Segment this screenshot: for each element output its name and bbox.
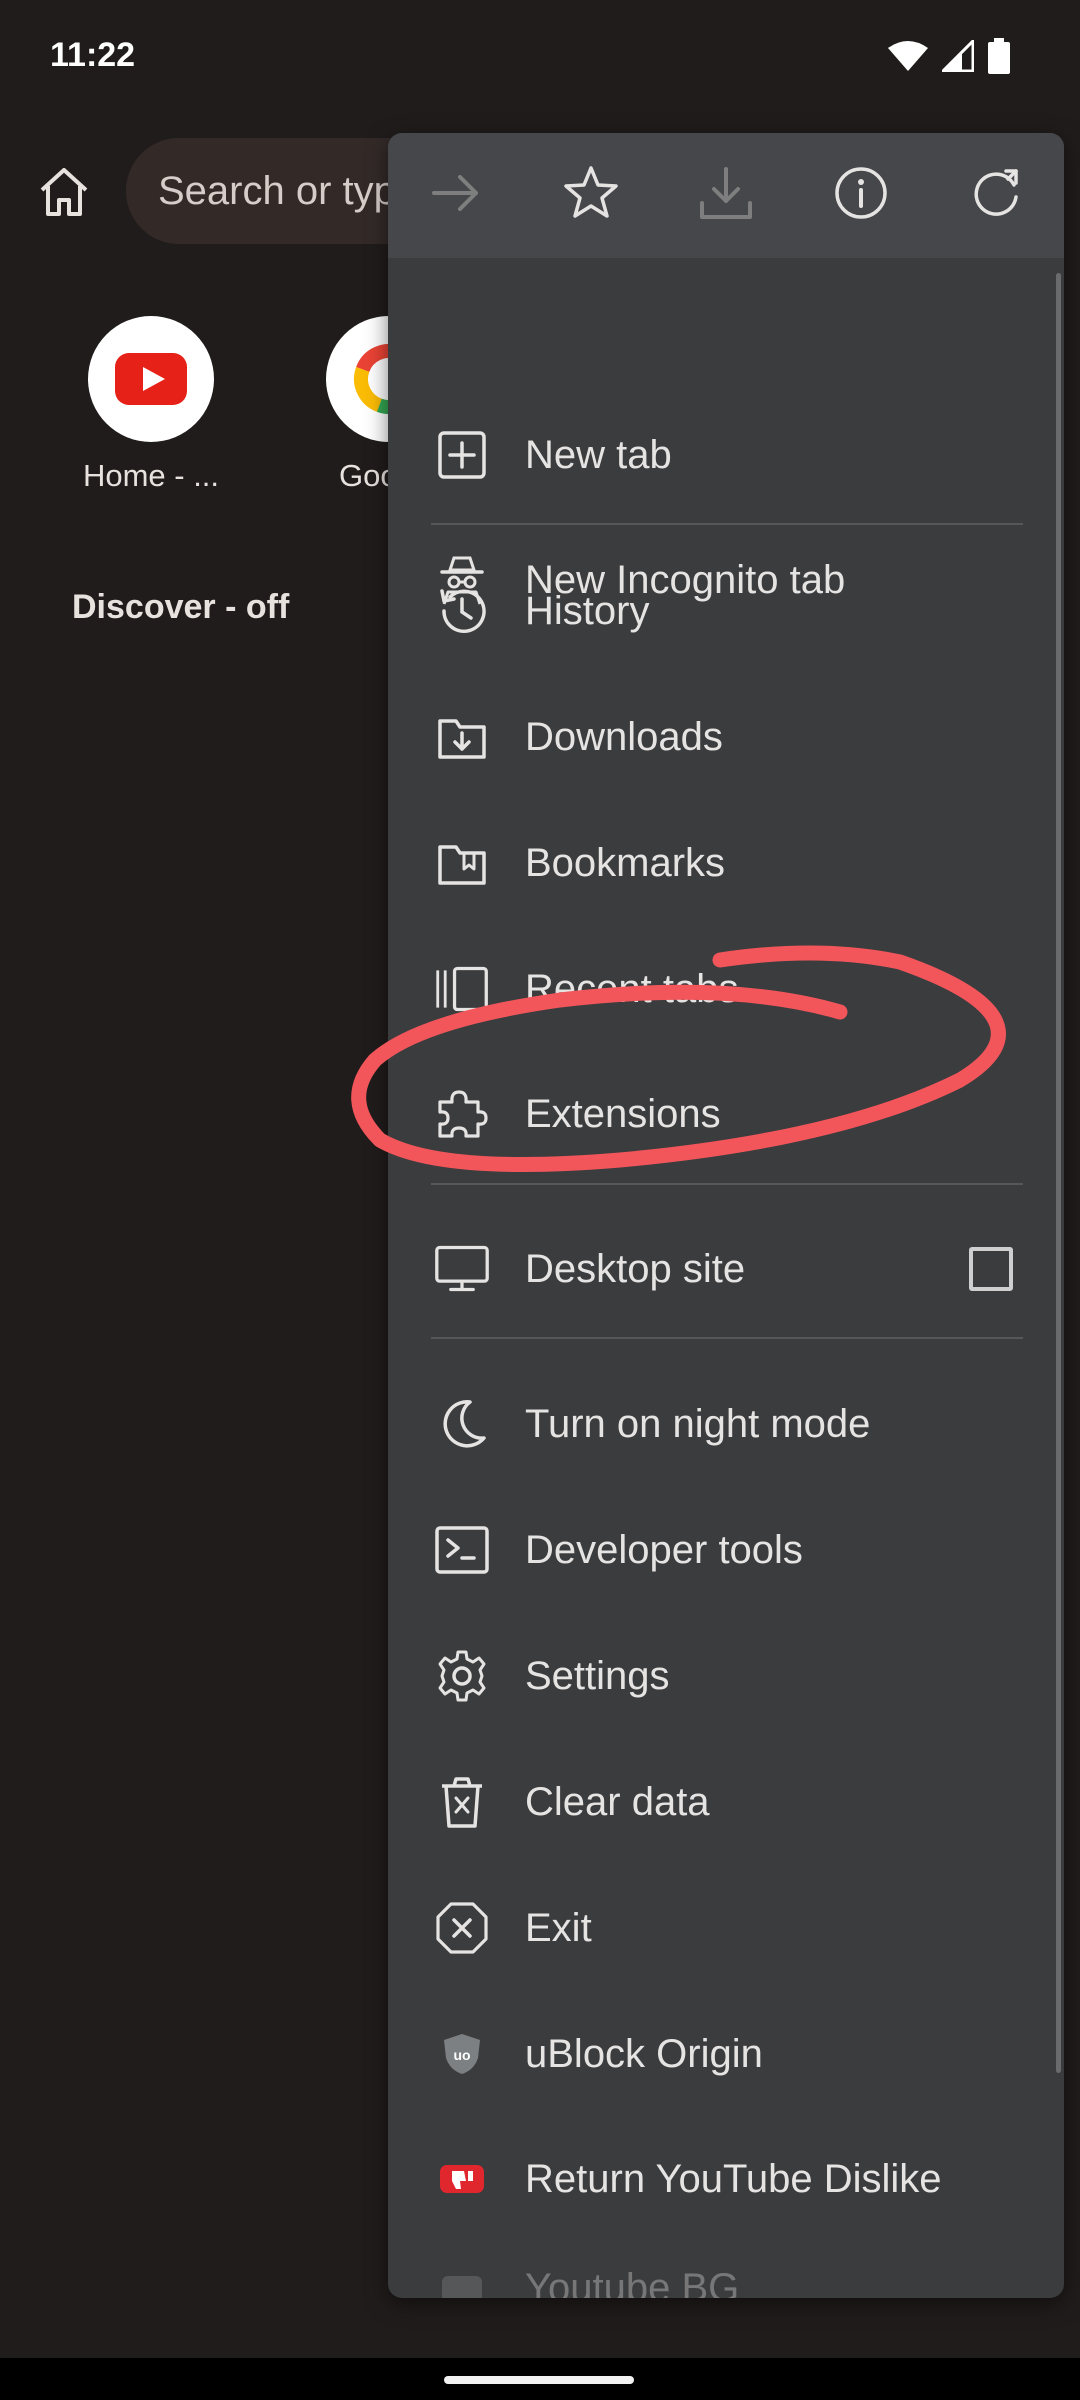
status-bar: 11:22 (0, 0, 1080, 120)
divider (431, 1337, 1023, 1339)
puzzle-icon (434, 1086, 490, 1142)
home-button[interactable] (30, 160, 98, 228)
menu-item-desktop-site[interactable]: Desktop site (388, 1206, 1064, 1332)
discover-label: Discover - off (72, 588, 290, 626)
menu-item-downloads[interactable]: Downloads (388, 674, 1064, 800)
overflow-menu: New tab New Incognito tab History Downlo… (388, 133, 1064, 2298)
menu-item-label: Extensions (525, 1091, 721, 1136)
menu-item-label: New tab (525, 432, 672, 477)
menu-item-label: Desktop site (525, 1246, 746, 1291)
menu-item-label: Recent tabs (525, 966, 739, 1011)
battery-icon (988, 37, 1010, 79)
signal-icon (939, 36, 975, 77)
forward-button[interactable] (388, 133, 523, 258)
shortcut-label: Home - ... (82, 458, 220, 493)
trash-icon (434, 1774, 490, 1830)
menu-item-night-mode[interactable]: Turn on night mode (388, 1361, 1064, 1487)
download-page-button[interactable] (658, 133, 793, 258)
recent-tabs-icon (434, 961, 490, 1017)
gear-icon (434, 1648, 490, 1704)
menu-item-label: Return YouTube Dislike (525, 2156, 942, 2201)
menu-item-return-youtube-dislike[interactable]: Return YouTube Dislike (388, 2116, 1064, 2242)
monitor-icon (434, 1241, 490, 1297)
menu-item-label: History (525, 588, 650, 633)
menu-item-history[interactable]: History (388, 548, 1064, 674)
extension-icon (434, 2260, 490, 2298)
bookmark-button[interactable] (523, 133, 658, 258)
reload-icon (968, 165, 1024, 226)
downloads-icon (434, 709, 490, 765)
star-icon (562, 164, 620, 227)
shortcut-youtube[interactable]: Home - ... (51, 316, 251, 494)
menu-item-label: Exit (525, 1905, 592, 1950)
menu-scrollbar[interactable] (1056, 273, 1061, 2073)
menu-item-label: Turn on night mode (525, 1401, 871, 1446)
menu-item-recent-tabs[interactable]: Recent tabs (388, 926, 1064, 1052)
menu-item-label: Clear data (525, 1779, 710, 1824)
wifi-icon (888, 40, 928, 77)
forward-icon (430, 167, 482, 224)
menu-item-youtube-bg[interactable]: Youtube BG (388, 2225, 1064, 2298)
divider (431, 1183, 1023, 1185)
gesture-handle[interactable] (444, 2376, 634, 2384)
status-icons (888, 36, 1010, 79)
menu-item-extensions[interactable]: Extensions (388, 1051, 1064, 1177)
terminal-icon (434, 1522, 490, 1578)
desktop-site-checkbox[interactable] (969, 1247, 1013, 1291)
exit-icon (434, 1900, 490, 1956)
bookmarks-icon (434, 835, 490, 891)
moon-icon (434, 1396, 490, 1452)
menu-item-label: Downloads (525, 714, 723, 759)
menu-item-label: Youtube BG (525, 2265, 740, 2299)
menu-toolbar (388, 133, 1064, 258)
ublock-icon: uo (434, 2026, 490, 2082)
menu-item-bookmarks[interactable]: Bookmarks (388, 800, 1064, 926)
page-info-button[interactable] (794, 133, 929, 258)
info-icon (833, 165, 889, 226)
youtube-icon (88, 316, 214, 442)
menu-item-label: Bookmarks (525, 840, 726, 885)
new-tab-icon (434, 427, 490, 483)
menu-item-new-tab[interactable]: New tab (388, 392, 1064, 518)
download-icon (698, 165, 754, 226)
menu-item-label: Developer tools (525, 1527, 803, 1572)
menu-item-ublock-origin[interactable]: uo uBlock Origin (388, 1991, 1064, 2117)
menu-item-clear-data[interactable]: Clear data (388, 1739, 1064, 1865)
dislike-icon (434, 2151, 490, 2207)
menu-item-exit[interactable]: Exit (388, 1865, 1064, 1991)
menu-item-label: Settings (525, 1653, 670, 1698)
menu-item-settings[interactable]: Settings (388, 1613, 1064, 1739)
menu-item-developer-tools[interactable]: Developer tools (388, 1487, 1064, 1613)
menu-item-label: uBlock Origin (525, 2031, 763, 2076)
status-time: 11:22 (50, 36, 136, 74)
svg-text:uo: uo (453, 2047, 470, 2063)
home-icon (36, 164, 92, 225)
divider (431, 523, 1023, 525)
reload-button[interactable] (929, 133, 1064, 258)
history-icon (434, 583, 490, 639)
